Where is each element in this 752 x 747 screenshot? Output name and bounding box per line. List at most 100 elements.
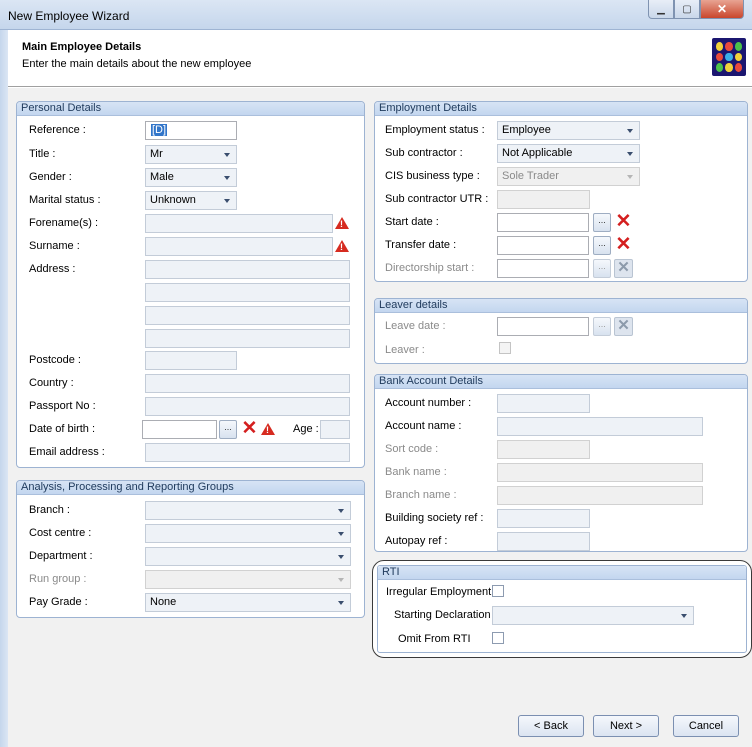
maximize-icon[interactable]: ▢ (674, 0, 700, 19)
title-select[interactable]: Mr (145, 145, 237, 164)
gender-select[interactable]: Male (145, 168, 237, 187)
dob-picker-button[interactable]: ... (219, 420, 237, 439)
chevron-down-icon (338, 532, 344, 536)
leave-date-picker-button: ... (593, 317, 611, 336)
leaver-checkbox (499, 342, 511, 354)
account-name-input[interactable] (497, 417, 703, 436)
transfer-date-input[interactable] (497, 236, 589, 255)
directorship-start-label: Directorship start : (385, 262, 475, 274)
postcode-input[interactable] (145, 351, 237, 370)
clear-transfer-date-icon[interactable]: ✕ (614, 235, 633, 255)
chevron-down-icon (627, 152, 633, 156)
wizard-body: Personal Details Reference : [D] Title :… (8, 88, 752, 747)
leaver-label: Leaver : (385, 344, 425, 356)
chevron-down-icon (627, 175, 633, 179)
employment-status-value: Employee (502, 124, 551, 136)
run-group-label: Run group : (29, 573, 87, 585)
chevron-down-icon (338, 509, 344, 513)
building-society-label: Building society ref : (385, 512, 484, 524)
address-line-1-input[interactable] (145, 260, 350, 279)
account-number-label: Account number : (385, 397, 472, 409)
personal-details-title: Personal Details (17, 102, 364, 116)
sort-code-input (497, 440, 590, 459)
rti-group: RTI Irregular Employment Starting Declar… (372, 560, 752, 658)
cost-centre-select[interactable] (145, 524, 351, 543)
account-number-input[interactable] (497, 394, 590, 413)
gender-value: Male (150, 171, 174, 183)
dob-input[interactable] (142, 420, 217, 439)
email-input[interactable] (145, 443, 350, 462)
employment-status-select[interactable]: Employee (497, 121, 640, 140)
autopay-input[interactable] (497, 532, 590, 551)
chevron-down-icon (224, 199, 230, 203)
transfer-date-label: Transfer date : (385, 239, 457, 251)
cis-business-type-select: Sole Trader (497, 167, 640, 186)
passport-label: Passport No : (29, 400, 96, 412)
cis-business-type-value: Sole Trader (502, 170, 559, 182)
warning-icon (335, 217, 349, 229)
marital-status-select[interactable]: Unknown (145, 191, 237, 210)
bank-account-title: Bank Account Details (375, 375, 747, 389)
chevron-down-icon (338, 555, 344, 559)
pay-grade-select[interactable]: None (145, 593, 351, 612)
email-label: Email address : (29, 446, 105, 458)
sub-contractor-utr-input (497, 190, 590, 209)
clear-directorship-icon: ✕ (614, 259, 633, 278)
window-title: New Employee Wizard (8, 9, 130, 23)
clear-dob-icon[interactable]: ✕ (240, 419, 259, 439)
pay-grade-value: None (150, 596, 177, 608)
irregular-employment-label: Irregular Employment (386, 586, 492, 598)
employment-details-title: Employment Details (375, 102, 747, 116)
next-button[interactable]: Next > (593, 715, 659, 737)
branch-name-input (497, 486, 703, 505)
start-date-picker-button[interactable]: ... (593, 213, 611, 232)
minimize-icon[interactable]: ▁ (648, 0, 674, 19)
clear-start-date-icon[interactable]: ✕ (614, 212, 633, 232)
start-date-label: Start date : (385, 216, 439, 228)
back-button[interactable]: < Back (518, 715, 584, 737)
page-title: Main Employee Details (22, 41, 142, 53)
forename-label: Forename(s) : (29, 217, 99, 229)
building-society-input[interactable] (497, 509, 590, 528)
omit-from-rti-checkbox[interactable] (492, 632, 504, 644)
transfer-date-picker-button[interactable]: ... (593, 236, 611, 255)
branch-label: Branch : (29, 504, 70, 516)
surname-label: Surname : (29, 240, 80, 252)
address-line-4-input[interactable] (145, 329, 350, 348)
run-group-select (145, 570, 351, 589)
title-bar: New Employee Wizard ▁ ▢ ✕ (0, 0, 752, 30)
reference-label: Reference : (29, 124, 86, 136)
passport-input[interactable] (145, 397, 350, 416)
analysis-title: Analysis, Processing and Reporting Group… (17, 481, 364, 495)
bank-name-label: Bank name : (385, 466, 447, 478)
pay-grade-label: Pay Grade : (29, 596, 88, 608)
start-date-input[interactable] (497, 213, 589, 232)
sub-contractor-select[interactable]: Not Applicable (497, 144, 640, 163)
leaver-details-group: Leaver details Leave date : ... ✕ Leaver… (374, 298, 748, 364)
irregular-employment-checkbox[interactable] (492, 585, 504, 597)
wizard-header: Main Employee Details Enter the main det… (8, 31, 752, 87)
starting-declaration-select[interactable] (492, 606, 694, 625)
directorship-start-input (497, 259, 589, 278)
chevron-down-icon (224, 176, 230, 180)
close-icon[interactable]: ✕ (700, 0, 744, 19)
surname-input[interactable] (145, 237, 333, 256)
chevron-down-icon (338, 578, 344, 582)
branch-select[interactable] (145, 501, 351, 520)
address-line-2-input[interactable] (145, 283, 350, 302)
age-input (320, 420, 350, 439)
address-line-3-input[interactable] (145, 306, 350, 325)
cancel-button[interactable]: Cancel (673, 715, 739, 737)
rti-title: RTI (378, 566, 746, 580)
chevron-down-icon (224, 153, 230, 157)
department-select[interactable] (145, 547, 351, 566)
branch-name-label: Branch name : (385, 489, 457, 501)
bank-account-group: Bank Account Details Account number : Ac… (374, 374, 748, 552)
title-label: Title : (29, 148, 56, 160)
forename-input[interactable] (145, 214, 333, 233)
country-input[interactable] (145, 374, 350, 393)
reference-input[interactable]: [D] (145, 121, 237, 140)
window-frame (0, 30, 8, 747)
warning-icon (261, 423, 275, 435)
employment-details-group: Employment Details Employment status : E… (374, 101, 748, 282)
